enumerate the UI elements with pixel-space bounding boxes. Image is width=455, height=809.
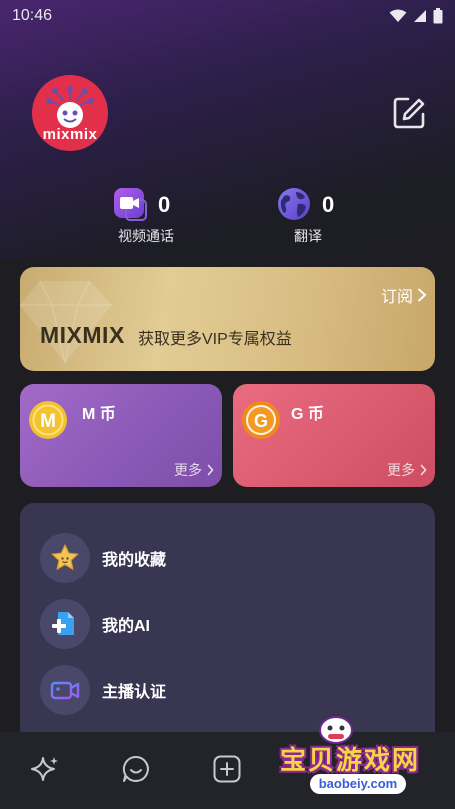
g-coin-letter: G [254,411,268,431]
menu-item-my-ai[interactable]: 我的AI [40,599,420,649]
edit-icon[interactable] [392,96,426,130]
menu-card: 我的收藏 我的AI 主播认证 [20,503,435,743]
vip-description: 获取更多VIP专属权益 [138,331,292,348]
signal-icon [414,10,426,22]
m-coin-more-label: 更多 [174,462,202,478]
vip-subscribe-link[interactable]: 订阅 [381,283,427,307]
status-bar: 10:46 [0,0,455,32]
avatar[interactable]: mixmix [32,75,108,151]
stat-translate[interactable]: 0 翻译 [276,186,396,246]
g-coin-more-link[interactable]: 更多 [387,460,427,480]
m-coin-icon: M [29,401,67,439]
stat-video-call[interactable]: 0 视频通话 [112,186,232,246]
add-square-icon[interactable] [212,754,242,784]
star-icon [51,544,79,570]
avatar-text: mixmix [42,125,98,143]
diamond-icon [20,280,112,364]
watermark: 宝贝游戏网 baobeiy.com [272,712,455,809]
g-coin-icon: G [242,401,280,439]
menu-icon-wrap [40,665,90,715]
wifi-icon [389,9,407,22]
sparkle-icon[interactable] [30,754,60,784]
chevron-right-icon [207,464,214,476]
status-time: 10:46 [12,7,53,24]
avatar-face-icon [46,85,94,128]
g-coin-title: G 币 [291,406,324,423]
stat-video-call-value: 0 [158,192,171,217]
vip-brand: MIXMIX [40,322,125,348]
menu-label-my-ai: 我的AI [102,618,151,635]
g-coin-more-label: 更多 [387,462,415,478]
status-icons [389,8,443,24]
stat-translate-value: 0 [322,192,335,217]
menu-icon-wrap [40,599,90,649]
m-coin-more-link[interactable]: 更多 [174,460,214,480]
chevron-right-icon [420,464,427,476]
menu-item-favorites[interactable]: 我的收藏 [40,533,420,583]
m-coin-letter: M [40,411,56,432]
m-coin-card[interactable]: M M 币 更多 [20,384,222,487]
battery-icon [433,8,443,24]
menu-item-streamer-verify[interactable]: 主播认证 [40,665,420,715]
globe-icon [278,188,310,220]
menu-icon-wrap [40,533,90,583]
vip-subscribe-label: 订阅 [380,289,413,306]
stat-video-call-label: 视频通话 [118,228,174,244]
menu-label-favorites: 我的收藏 [102,552,167,569]
chat-bubble-icon[interactable] [121,754,151,784]
stats-row: 0 视频通话 0 翻译 [0,186,455,246]
menu-label-streamer-verify: 主播认证 [102,684,167,701]
watermark-url: baobeiy.com [310,774,406,794]
ai-document-icon [52,612,74,635]
watermark-title: 宝贝游戏网 [280,745,421,775]
m-coin-title: M 币 [82,406,116,423]
g-coin-card[interactable]: G G 币 更多 [233,384,435,487]
camera-icon [50,681,80,700]
stat-translate-label: 翻译 [294,228,322,244]
video-call-icon [114,188,147,221]
chevron-right-icon [418,288,427,302]
vip-card[interactable]: 订阅 MIXMIX 获取更多VIP专属权益 [20,267,435,371]
